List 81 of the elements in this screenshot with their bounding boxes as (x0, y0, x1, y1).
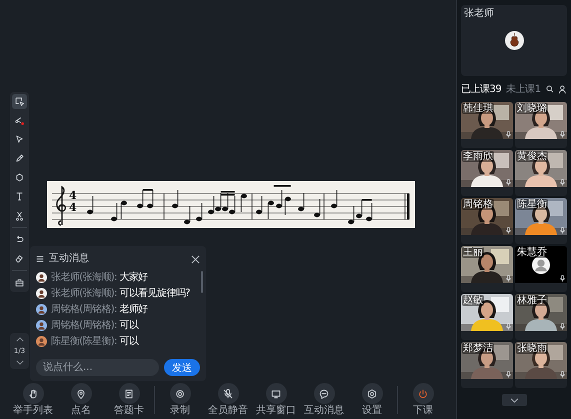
mute-icon (222, 388, 234, 400)
send-button[interactable]: 发送 (164, 359, 200, 376)
shape-icon (14, 172, 25, 183)
chat-message: 周铭格(周铭格): 可以 (51, 319, 138, 332)
video-tile[interactable]: 陈星衡 (515, 198, 567, 244)
share-icon (270, 388, 282, 400)
video-tile[interactable]: 朱慧乔 (515, 246, 567, 292)
video-tile[interactable]: 林雅子 (515, 294, 567, 340)
avatar-icon (36, 288, 47, 299)
chat-message: 周铭格(周铭格): 老师好 (51, 303, 148, 316)
down-icon[interactable] (16, 360, 24, 365)
laser-icon (14, 115, 25, 126)
microphone-icon (560, 275, 565, 282)
toolbar-button[interactable]: 共享窗口 (253, 383, 299, 417)
microphone-icon (506, 323, 511, 330)
person-icon[interactable] (558, 84, 567, 94)
pin-icon (75, 388, 87, 400)
expand-button[interactable] (502, 394, 526, 406)
power-icon (417, 388, 429, 400)
message-field[interactable]: 说点什么... (36, 359, 159, 376)
settings-button[interactable]: 设置 (349, 383, 395, 417)
microphone-icon (560, 227, 565, 234)
up-icon[interactable] (16, 337, 24, 342)
avatar-icon (36, 304, 47, 315)
microphone-icon (560, 371, 565, 378)
text-icon (14, 191, 25, 202)
avatar-icon (36, 336, 47, 347)
microphone-icon (560, 179, 565, 186)
video-tile[interactable]: 郑梦洁 (461, 342, 513, 388)
scissors-icon (14, 210, 25, 221)
select-icon (14, 96, 25, 107)
toolbar-button[interactable]: 点名 (58, 383, 104, 417)
microphone-icon (506, 131, 511, 138)
hand-icon (27, 388, 39, 400)
chat-message: 陈星衡(陈星衡): 可以 (51, 335, 138, 348)
panel-title: 互动消息 (49, 253, 89, 265)
video-tile[interactable]: 周铭格 (461, 198, 513, 244)
microphone-icon (506, 227, 511, 234)
chevron-icon (510, 398, 518, 402)
card-icon (123, 388, 135, 400)
chat-message: 张老师(张海顺): 大家好 (51, 271, 148, 284)
record-icon (174, 388, 186, 400)
avatar-icon (36, 320, 47, 331)
microphone-icon (560, 323, 565, 330)
close-icon[interactable] (191, 254, 200, 264)
avatar-icon (36, 272, 47, 283)
toolbar-button[interactable]: 答题卡 (106, 383, 152, 417)
toolbar-button[interactable]: 录制 (157, 383, 203, 417)
microphone-icon (560, 131, 565, 138)
violin-icon (504, 31, 524, 50)
microphone-icon (506, 275, 511, 282)
undo-icon (14, 234, 25, 245)
search-icon[interactable] (546, 85, 554, 93)
toolbar-button[interactable]: 互动消息 (301, 383, 347, 417)
video-tile[interactable]: 赵敏 (461, 294, 513, 340)
pointer-icon (14, 134, 25, 145)
chat-icon (318, 388, 330, 400)
video-tile[interactable]: 李雨欣 (461, 150, 513, 196)
settings-icon (366, 388, 378, 400)
teacher-name: 张老师 (464, 8, 494, 20)
toolbar-button[interactable]: 下课 (400, 383, 446, 417)
tab[interactable]: 已上课39 (461, 82, 502, 96)
toolbar-button[interactable]: 举手列表 (10, 383, 56, 417)
select-tool[interactable] (12, 94, 27, 109)
video-tile[interactable]: 黄俊杰 (515, 150, 567, 196)
video-tile[interactable]: 刘晓璐 (515, 102, 567, 148)
pen-icon (14, 153, 25, 164)
microphone-icon (506, 179, 511, 186)
tab[interactable]: 未上课1 (506, 82, 541, 96)
video-tile[interactable]: 王丽 (461, 246, 513, 292)
scrollbar[interactable] (201, 271, 203, 293)
toolbox-icon (14, 277, 25, 288)
list-icon (36, 255, 44, 263)
video-tile[interactable]: 张晓雨 (515, 342, 567, 388)
time-signature: 4 4 (69, 190, 77, 214)
video-tile[interactable]: 韩佳琪 (461, 102, 513, 148)
eraser-icon (14, 253, 25, 264)
microphone-icon (506, 371, 511, 378)
avatar-icon (532, 256, 550, 274)
toolbar-button[interactable]: 全员静音 (205, 383, 251, 417)
chat-message: 张老师(张海顺): 可以看见旋律吗? (51, 287, 190, 300)
